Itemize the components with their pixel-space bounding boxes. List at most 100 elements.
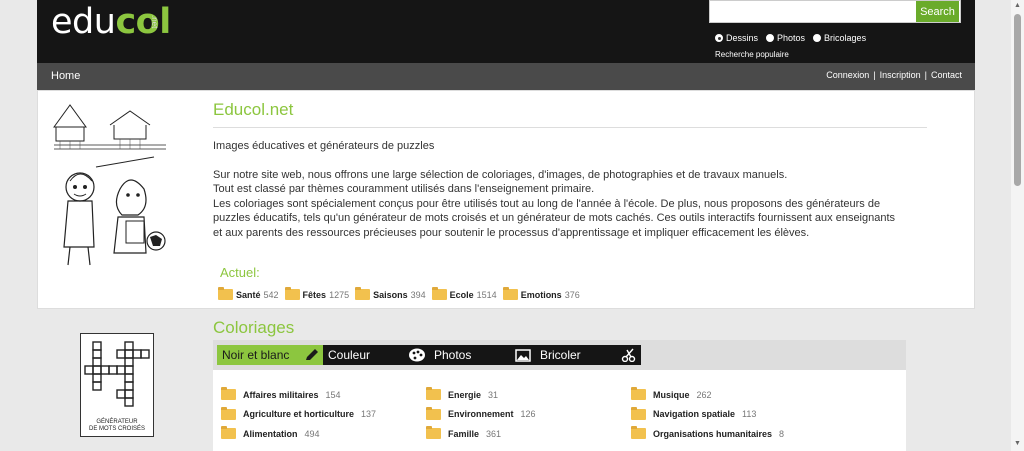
actuel-item-sante[interactable]: Santé 542 xyxy=(218,287,279,300)
category-name: Ecole xyxy=(449,289,474,300)
scrollbar-thumb[interactable] xyxy=(1014,14,1021,186)
coloriages-tabs: Noir et blanc Couleur Photos Bricoler xyxy=(213,340,906,370)
radio-photos[interactable]: Photos xyxy=(766,33,805,43)
nav-account-links: Connexion | Inscription | Contact xyxy=(826,70,962,80)
category-name: Alimentation xyxy=(243,428,298,439)
actuel-categories: Santé 542 Fêtes 1275 Saisons 394 Ecole 1514 … xyxy=(218,287,580,300)
category-count: 8 xyxy=(779,428,785,439)
tab-noir-et-blanc[interactable]: Noir et blanc xyxy=(217,345,323,365)
pencil-icon xyxy=(306,349,318,360)
list-item[interactable]: Agriculture et horticulture 137 xyxy=(221,405,376,425)
tab-label: Noir et blanc xyxy=(222,348,290,362)
folder-icon xyxy=(431,287,447,300)
list-item[interactable]: Environnement 126 xyxy=(426,405,536,425)
list-item[interactable]: Organisations humanitaires 8 xyxy=(631,424,784,444)
coloriages-category-list: Affaires militaires 154 Agriculture et ho… xyxy=(213,370,906,451)
radio-dot-icon xyxy=(715,34,723,42)
intro-line: Sur notre site web, nous offrons une lar… xyxy=(213,169,788,181)
list-item[interactable]: Affaires militaires 154 xyxy=(221,385,376,405)
nav-contact-link[interactable]: Contact xyxy=(931,70,962,80)
category-name: Santé xyxy=(236,289,261,300)
actuel-item-emotions[interactable]: Emotions 376 xyxy=(502,287,580,300)
folder-icon xyxy=(221,426,236,440)
popular-search-link[interactable]: Recherche populaire xyxy=(715,50,789,59)
folder-icon xyxy=(502,287,518,300)
actuel-item-saisons[interactable]: Saisons 394 xyxy=(355,287,426,300)
folder-icon xyxy=(631,426,646,440)
category-count: 542 xyxy=(263,289,279,300)
search-button[interactable]: Search xyxy=(916,1,959,22)
category-column: Affaires militaires 154 Agriculture et ho… xyxy=(221,385,376,444)
intro-line: puzzles éducatifs, tels qu'un générateur… xyxy=(213,212,896,225)
main-nav: Home Connexion | Inscription | Contact xyxy=(37,63,975,90)
category-name: Energie xyxy=(448,389,482,400)
radio-dot-icon xyxy=(813,34,822,42)
folder-icon xyxy=(631,387,646,401)
image-icon xyxy=(515,349,531,362)
list-item[interactable]: Navigation spatiale 113 xyxy=(631,405,784,425)
category-column: Energie 31 Environnement 126 Famille 361 xyxy=(426,385,536,444)
tab-couleur[interactable]: Couleur xyxy=(323,345,429,365)
coloring-page-illustration[interactable] xyxy=(50,97,170,269)
actuel-item-fetes[interactable]: Fêtes 1275 xyxy=(284,287,350,300)
page-scrollbar[interactable]: ▲ ▼ xyxy=(1011,0,1024,451)
nav-home-link[interactable]: Home xyxy=(51,70,80,82)
site-header: educol .net Search Dessins Photos Bricol… xyxy=(37,0,975,63)
category-count: 31 xyxy=(488,389,499,400)
nav-connexion-link[interactable]: Connexion xyxy=(826,70,869,80)
category-count: 154 xyxy=(325,389,341,400)
logo-part1: edu xyxy=(51,2,116,42)
radio-label: Dessins xyxy=(726,33,759,43)
crossword-generator-link[interactable]: GÉNÉRATEUR DE MOTS CROISÉS xyxy=(80,333,154,437)
tab-bricoler[interactable]: Bricoler xyxy=(535,345,641,365)
folder-icon xyxy=(218,287,233,300)
category-name: Famille xyxy=(448,428,480,439)
radio-dessins[interactable]: Dessins xyxy=(715,33,758,43)
category-count: 361 xyxy=(486,428,502,439)
category-name: Emotions xyxy=(520,289,562,300)
category-name: Environnement xyxy=(448,409,514,420)
folder-icon xyxy=(284,287,300,300)
list-item[interactable]: Famille 361 xyxy=(426,424,536,444)
radio-label: Photos xyxy=(777,33,806,43)
category-name: Saisons xyxy=(373,289,408,300)
category-count: 1514 xyxy=(476,289,497,300)
tab-label: Couleur xyxy=(328,348,371,362)
category-name: Agriculture et horticulture xyxy=(243,409,355,420)
category-name: Musique xyxy=(653,389,690,400)
intro-panel: Educol.net Images éducatives et générate… xyxy=(37,90,975,309)
intro-paragraph: Sur notre site web, nous offrons une lar… xyxy=(213,168,933,240)
folder-icon xyxy=(426,406,441,420)
list-item[interactable]: Alimentation 494 xyxy=(221,424,376,444)
crossword-caption: GÉNÉRATEUR DE MOTS CROISÉS xyxy=(81,419,153,433)
radio-label: Bricolages xyxy=(824,33,867,43)
palette-icon xyxy=(409,348,425,362)
category-count: 1275 xyxy=(329,289,350,300)
scroll-up-icon[interactable]: ▲ xyxy=(1014,2,1021,9)
nav-inscription-link[interactable]: Inscription xyxy=(880,70,921,80)
search-type-radios: Dessins Photos Bricolages xyxy=(715,33,866,43)
radio-bricolages[interactable]: Bricolages xyxy=(813,33,866,43)
scissors-icon xyxy=(621,348,636,362)
folder-icon xyxy=(631,406,646,420)
nav-separator: | xyxy=(924,70,927,80)
intro-title: Educol.net xyxy=(213,100,294,119)
actuel-item-ecole[interactable]: Ecole 1514 xyxy=(431,287,497,300)
folder-icon xyxy=(221,406,236,420)
logo-suffix: .net xyxy=(150,15,159,29)
category-name: Organisations humanitaires xyxy=(653,428,773,439)
list-item[interactable]: Energie 31 xyxy=(426,385,536,405)
crossword-caption-line1: GÉNÉRATEUR xyxy=(96,419,138,425)
scroll-down-icon[interactable]: ▼ xyxy=(1014,440,1021,447)
list-item[interactable]: Musique 262 xyxy=(631,385,784,405)
category-count: 376 xyxy=(564,289,580,300)
tab-label: Bricoler xyxy=(540,348,581,362)
category-name: Affaires militaires xyxy=(243,389,319,400)
folder-icon xyxy=(426,387,441,401)
category-count: 126 xyxy=(520,409,536,420)
nav-separator: | xyxy=(873,70,876,80)
actuel-heading: Actuel: xyxy=(220,265,260,280)
logo-part2: col xyxy=(115,2,171,42)
tab-photos[interactable]: Photos xyxy=(429,345,535,365)
intro-line: et aux parents des ressources précieuses… xyxy=(213,226,810,239)
